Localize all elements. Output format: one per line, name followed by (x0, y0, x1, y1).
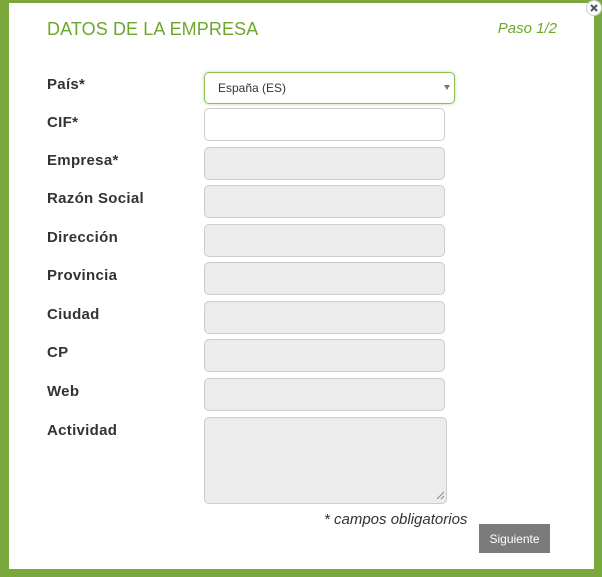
cp-input[interactable] (204, 339, 445, 372)
razon-social-label: Razón Social (47, 190, 144, 207)
provincia-label: Provincia (47, 267, 118, 284)
empresa-label: Empresa* (47, 152, 119, 169)
web-input[interactable] (204, 378, 445, 411)
actividad-label: Actividad (47, 422, 118, 439)
dialog-title: DATOS DE LA EMPRESA (47, 19, 259, 39)
chevron-down-icon (444, 85, 450, 90)
razon-social-input[interactable] (204, 185, 445, 218)
empresa-input[interactable] (204, 147, 445, 180)
cp-label: CP (47, 344, 69, 361)
pais-select[interactable]: España (ES) (204, 72, 455, 104)
close-button[interactable] (586, 0, 602, 16)
close-icon (590, 4, 598, 12)
ciudad-label: Ciudad (47, 306, 100, 323)
ciudad-input[interactable] (204, 301, 445, 334)
step-indicator: Paso 1/2 (497, 20, 557, 37)
direccion-label: Dirección (47, 229, 119, 246)
next-button[interactable]: Siguiente (479, 524, 550, 553)
cif-input[interactable] (204, 108, 445, 141)
direccion-input[interactable] (204, 224, 445, 257)
actividad-textarea[interactable] (204, 417, 447, 504)
web-label: Web (47, 383, 80, 400)
pais-label: País* (47, 76, 86, 93)
cif-label: CIF* (47, 114, 79, 131)
provincia-input[interactable] (204, 262, 445, 295)
pais-selected-value: España (ES) (218, 81, 287, 95)
resize-grip-icon[interactable] (436, 491, 445, 500)
company-data-dialog: DATOS DE LA EMPRESA Paso 1/2 País* Españ… (9, 3, 594, 569)
required-fields-note: * campos obligatorios (324, 511, 468, 528)
